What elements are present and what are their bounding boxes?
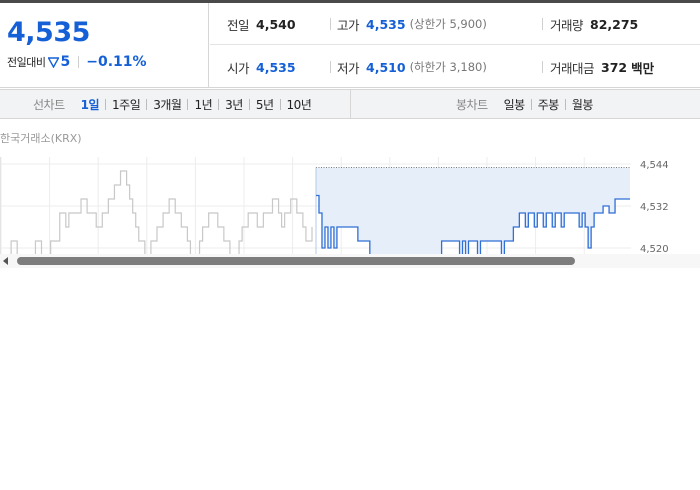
candle-tab-0[interactable]: 일봉 (498, 96, 531, 113)
change-label: 전일대비 (7, 56, 46, 69)
line-tab-3[interactable]: 1년 (188, 96, 218, 113)
intraday-price-chart[interactable]: 4,544 4,532 4,520 (0, 145, 700, 254)
upper-limit: (상한가 5,900) (409, 17, 487, 31)
divider (542, 18, 543, 30)
line-tab-0[interactable]: 1일 (75, 96, 105, 113)
y-tick-label: 4,544 (640, 160, 669, 171)
chart-scrollbar[interactable] (0, 254, 700, 268)
change-percent: −0.11% (86, 54, 147, 70)
change-row: 전일대비 5 −0.11% (7, 54, 147, 70)
current-price-box: 4,535 전일대비 5 −0.11% (0, 3, 209, 88)
down-triangle-icon (48, 56, 60, 68)
high-label: 고가 (337, 17, 360, 33)
exchange-label: 한국거래소(KRX) (0, 132, 82, 145)
line-tab-1[interactable]: 1주일 (106, 96, 146, 113)
candle-chart-label: 봉차트 (456, 98, 488, 112)
prev-session-series-line (10, 170, 313, 254)
candle-tab-1[interactable]: 주봉 (532, 96, 565, 113)
volume-cell: 거래량 82,275 (550, 3, 638, 45)
amount-unit: 백만 (631, 60, 655, 76)
line-tab-5[interactable]: 5년 (250, 96, 280, 113)
line-tab-2[interactable]: 3개월 (147, 96, 187, 113)
candle-chart-tabs: 봉차트 일봉 주봉 월봉 (352, 90, 700, 119)
scroll-thumb[interactable] (17, 257, 575, 265)
low-value: 4,510 (366, 59, 406, 75)
divider (330, 61, 331, 73)
line-chart-tabs: 선차트 1일 1주일 3개월 1년 3년 5년 10년 (0, 90, 351, 119)
line-tab-4[interactable]: 3년 (219, 96, 249, 113)
open-value: 4,535 (256, 59, 296, 75)
scroll-left-arrow-icon[interactable] (3, 257, 8, 265)
info-row-1: 전일 4,540 고가 4,535 (상한가 5,900) 거래량 82,275 (210, 3, 700, 45)
low-label: 저가 (337, 60, 360, 76)
divider (330, 18, 331, 30)
info-row-2: 시가 4,535 저가 4,510 (하한가 3,180) 거래대금 372 백… (210, 46, 700, 88)
volume-label: 거래량 (550, 17, 584, 33)
chart-period-bar: 선차트 1일 1주일 3개월 1년 3년 5년 10년 봉차트 일봉 주봉 월봉 (0, 89, 700, 119)
high-cell: 고가 4,535 (상한가 5,900) (337, 3, 487, 45)
volume-value: 82,275 (590, 16, 639, 32)
high-value: 4,535 (366, 16, 406, 32)
prev-close-value: 4,540 (256, 16, 296, 32)
amount-value: 372 (601, 59, 628, 75)
current-price: 4,535 (7, 17, 90, 48)
y-tick-label: 4,532 (640, 202, 669, 213)
open-cell: 시가 4,535 (227, 46, 296, 88)
y-tick-label: 4,520 (640, 244, 669, 254)
divider (542, 61, 543, 73)
open-label: 시가 (227, 60, 250, 76)
change-divider (78, 56, 80, 68)
change-value: 5 (60, 54, 71, 70)
prev-close-cell: 전일 4,540 (227, 3, 296, 45)
prev-close-label: 전일 (227, 17, 250, 33)
low-cell: 저가 4,510 (하한가 3,180) (337, 46, 487, 88)
line-tab-6[interactable]: 10년 (281, 96, 318, 113)
lower-limit: (하한가 3,180) (409, 60, 487, 74)
amount-cell: 거래대금 372 백만 (550, 46, 654, 88)
amount-label: 거래대금 (550, 60, 595, 76)
price-summary: 4,535 전일대비 5 −0.11% 전일 4,540 고가 4,535 (상… (0, 3, 700, 88)
line-chart-label: 선차트 (33, 98, 65, 112)
candle-tab-2[interactable]: 월봉 (566, 96, 599, 113)
